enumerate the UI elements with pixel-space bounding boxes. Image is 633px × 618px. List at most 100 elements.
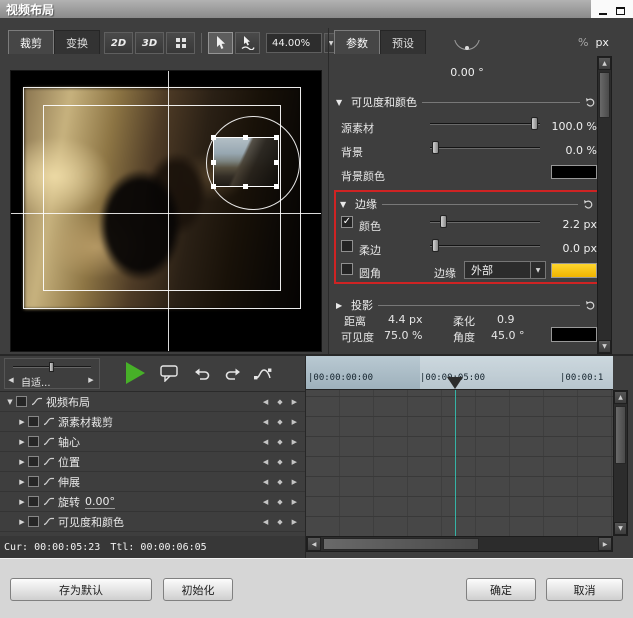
reset-icon[interactable]	[585, 300, 596, 311]
resize-handle-tl[interactable]	[211, 135, 216, 140]
curve-toggle-icon[interactable]	[43, 457, 55, 466]
row-checkbox[interactable]	[28, 456, 39, 467]
distort-tool-button[interactable]	[235, 32, 260, 54]
prev-keyframe-button[interactable]: ◀	[263, 478, 268, 486]
dial-knob[interactable]	[465, 46, 469, 50]
row-checkbox[interactable]	[28, 436, 39, 447]
shadow-color-swatch[interactable]	[551, 327, 597, 342]
zoom-level-field[interactable]: 44.00%	[266, 33, 322, 53]
row-checkbox[interactable]	[28, 516, 39, 527]
scrollbar-thumb[interactable]	[615, 406, 626, 464]
preview-canvas[interactable]	[10, 70, 322, 352]
save-default-button[interactable]: 存为默认	[10, 578, 152, 601]
playhead-marker[interactable]	[447, 377, 463, 389]
prev-keyframe-button[interactable]: ◀	[263, 498, 268, 506]
add-keyframe-button[interactable]: ◆	[277, 398, 282, 406]
curve-toggle-icon[interactable]	[31, 397, 43, 406]
slider-track[interactable]	[430, 245, 540, 247]
redo-button[interactable]	[224, 366, 241, 385]
timeline-vscrollbar[interactable]: ▲ ▼	[613, 390, 628, 536]
slider-handle[interactable]	[440, 215, 447, 228]
next-keyframe-button[interactable]: ▶	[292, 398, 297, 406]
tree-row-stretch[interactable]: ▶ 伸展 ◀ ◆ ▶	[0, 472, 305, 492]
add-keyframe-button[interactable]: ◆	[277, 478, 282, 486]
select-tool-button[interactable]	[208, 32, 233, 54]
resize-handle-ml[interactable]	[211, 160, 216, 165]
next-keyframe-button[interactable]: ▶	[292, 438, 297, 446]
params-scrollbar[interactable]: ▲ ▼	[597, 56, 612, 354]
expand-icon[interactable]: ▶	[16, 498, 28, 506]
maximize-button[interactable]	[616, 0, 625, 19]
edge-color-swatch[interactable]	[551, 263, 597, 278]
tree-row-source-crop[interactable]: ▶ 源素材裁剪 ◀ ◆ ▶	[0, 412, 305, 432]
tree-row-visibility-color[interactable]: ▶ 可见度和颜色 ◀ ◆ ▶	[0, 512, 305, 532]
expand-icon[interactable]: ▶	[336, 301, 346, 310]
tab-parameters[interactable]: 参数	[334, 30, 380, 54]
expand-icon[interactable]: ▶	[16, 518, 28, 526]
comment-button[interactable]	[160, 365, 179, 386]
scroll-down-button[interactable]: ▼	[614, 522, 627, 535]
minimize-button[interactable]	[599, 0, 607, 19]
unit-percent-toggle[interactable]: %	[578, 36, 588, 49]
soft-edge-checkbox[interactable]	[341, 240, 353, 252]
collapse-icon[interactable]: ▼	[340, 200, 350, 209]
rotation-dial[interactable]	[452, 40, 482, 64]
collapse-icon[interactable]: ▼	[4, 398, 16, 406]
scrollbar-thumb[interactable]	[599, 72, 610, 118]
timeline-ruler[interactable]: |00:00:00:00 |00:00:05:00 |00:00:1	[306, 356, 613, 390]
slider-handle[interactable]	[432, 239, 439, 252]
resize-handle-br[interactable]	[274, 184, 279, 189]
add-keyframe-button[interactable]: ◆	[277, 438, 282, 446]
mode-2d-button[interactable]: 2D	[104, 32, 133, 54]
preset-slider-handle[interactable]	[49, 362, 54, 372]
grid-view-button[interactable]	[166, 32, 195, 54]
tab-presets[interactable]: 预设	[380, 30, 426, 54]
reset-icon[interactable]	[585, 97, 596, 108]
preset-next-button[interactable]: ▶	[85, 376, 97, 384]
row-checkbox[interactable]	[16, 396, 27, 407]
curve-toggle-icon[interactable]	[43, 497, 55, 506]
next-keyframe-button[interactable]: ▶	[292, 498, 297, 506]
prev-keyframe-button[interactable]: ◀	[263, 518, 268, 526]
playhead-line[interactable]	[455, 390, 456, 536]
row-checkbox[interactable]	[28, 496, 39, 507]
row-checkbox[interactable]	[28, 476, 39, 487]
edge-color-checkbox[interactable]: ✓	[341, 216, 353, 228]
dropdown-arrow-button[interactable]: ▼	[530, 262, 545, 278]
overlay-clip[interactable]	[213, 137, 279, 187]
scroll-down-button[interactable]: ▼	[598, 340, 611, 353]
add-keyframe-button[interactable]: ◆	[277, 518, 282, 526]
scrollbar-thumb[interactable]	[323, 538, 479, 550]
tree-row-pivot[interactable]: ▶ 轴心 ◀ ◆ ▶	[0, 432, 305, 452]
title-bar[interactable]: 视频布局	[0, 0, 633, 18]
resize-handle-bm[interactable]	[243, 184, 248, 189]
tree-row-position[interactable]: ▶ 位置 ◀ ◆ ▶	[0, 452, 305, 472]
mode-3d-button[interactable]: 3D	[135, 32, 164, 54]
edge-color-slider[interactable]	[430, 215, 540, 229]
prev-keyframe-button[interactable]: ◀	[263, 438, 268, 446]
preset-name[interactable]: 自适...	[21, 374, 51, 389]
curve-editor-button[interactable]	[254, 366, 272, 385]
source-slider[interactable]	[430, 117, 540, 131]
slider-track[interactable]	[430, 123, 540, 125]
slider-handle[interactable]	[531, 117, 538, 130]
tab-transform[interactable]: 变换	[54, 30, 100, 54]
expand-icon[interactable]: ▶	[16, 418, 28, 426]
tree-row-video-layout[interactable]: ▼ 视频布局 ◀ ◆ ▶	[0, 392, 305, 412]
slider-track[interactable]	[430, 147, 540, 149]
timeline-grid[interactable]	[306, 390, 613, 536]
scroll-right-button[interactable]: ▶	[598, 537, 612, 551]
play-button[interactable]	[126, 362, 145, 384]
expand-icon[interactable]: ▶	[16, 458, 28, 466]
scroll-up-button[interactable]: ▲	[598, 57, 611, 70]
timeline-hscrollbar[interactable]: ◀ ▶	[306, 536, 613, 552]
background-color-swatch[interactable]	[551, 165, 597, 179]
add-keyframe-button[interactable]: ◆	[277, 498, 282, 506]
ok-button[interactable]: 确定	[466, 578, 536, 601]
initialize-button[interactable]: 初始化	[163, 578, 233, 601]
soft-edge-slider[interactable]	[430, 239, 540, 253]
add-keyframe-button[interactable]: ◆	[277, 418, 282, 426]
scroll-up-button[interactable]: ▲	[614, 391, 627, 404]
next-keyframe-button[interactable]: ▶	[292, 418, 297, 426]
resize-handle-tr[interactable]	[274, 135, 279, 140]
